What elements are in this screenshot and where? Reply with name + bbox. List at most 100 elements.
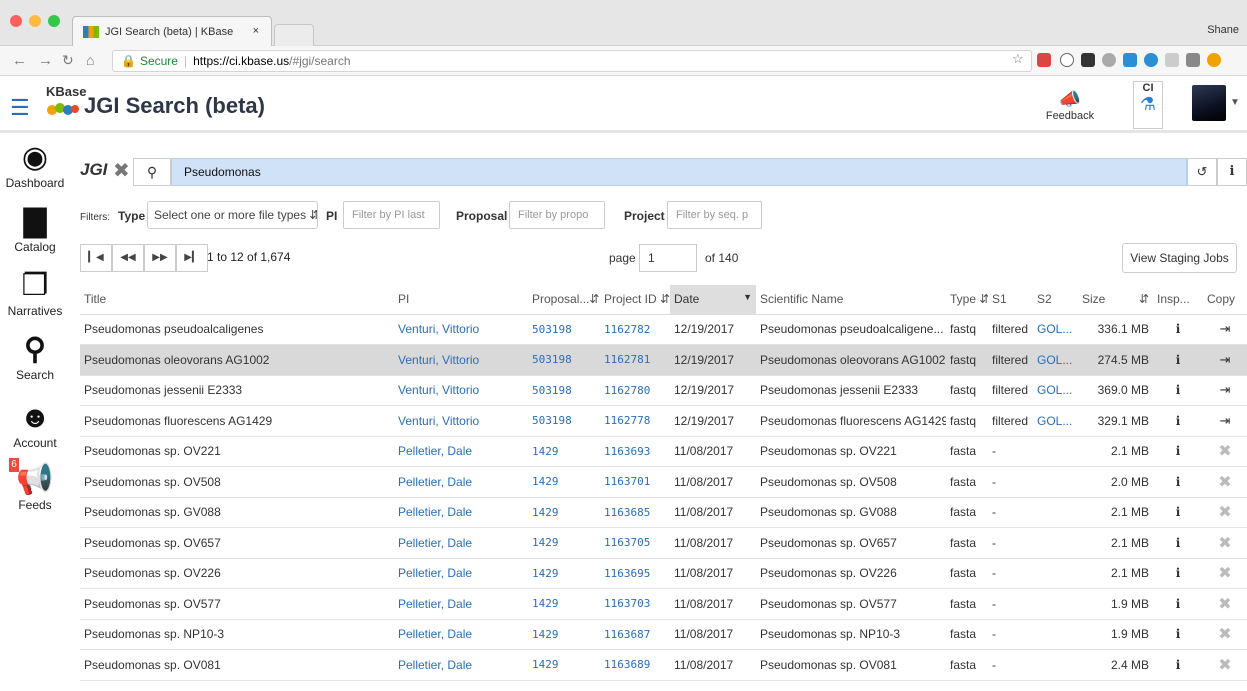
table-row[interactable]: Pseudomonas oleovorans AG1002 Venturi, Vi… — [80, 344, 1247, 376]
inspect-info-icon[interactable]: i — [1153, 466, 1203, 498]
bookmark-star-icon[interactable]: ☆ — [1012, 51, 1024, 67]
cell-pi-link[interactable]: Pelletier, Dale — [394, 466, 528, 498]
copy-disabled-button[interactable]: ✖ — [1203, 466, 1247, 498]
cell-project-link[interactable]: 1163703 — [600, 588, 670, 620]
sidebar-item-search[interactable]: ⚲ Search — [0, 334, 70, 383]
copy-disabled-button[interactable]: ✖ — [1203, 619, 1247, 650]
page-number-input[interactable]: 1 — [639, 244, 697, 272]
cell-proposal-link[interactable]: 1429 — [528, 527, 600, 559]
cell-proposal-link[interactable]: 1429 — [528, 497, 600, 528]
cell-s2-link[interactable]: GOL... — [1033, 344, 1078, 376]
gmail-extension-icon[interactable] — [1037, 53, 1051, 67]
cell-proposal-link[interactable]: 1429 — [528, 436, 600, 467]
extension-icon[interactable] — [1081, 53, 1095, 67]
cell-proposal-link[interactable]: 1429 — [528, 466, 600, 498]
info-button[interactable]: i — [1217, 158, 1247, 186]
cell-s2-link[interactable] — [1033, 649, 1078, 681]
copy-disabled-button[interactable]: ✖ — [1203, 497, 1247, 528]
type-filter-select[interactable]: Select one or more file types ⇵ — [147, 201, 318, 229]
col-s2[interactable]: S2 — [1033, 285, 1078, 315]
inspect-info-icon[interactable]: i — [1153, 405, 1203, 437]
cell-s2-link[interactable] — [1033, 619, 1078, 650]
table-row[interactable]: Pseudomonas fluorescens AG1429 Venturi, V… — [80, 405, 1247, 437]
inspect-info-icon[interactable]: i — [1153, 558, 1203, 589]
cell-pi-link[interactable]: Venturi, Vittorio — [394, 375, 528, 406]
first-page-button[interactable]: ▎◀ — [80, 244, 112, 272]
last-page-button[interactable]: ▶▎ — [176, 244, 208, 272]
browser-user[interactable]: Shane — [1207, 24, 1239, 36]
col-project-id[interactable]: Project ID ⇵ — [600, 285, 670, 315]
copy-disabled-button[interactable]: ✖ — [1203, 436, 1247, 467]
cell-proposal-link[interactable]: 503198 — [528, 344, 600, 376]
copy-disabled-button[interactable]: ✖ — [1203, 558, 1247, 589]
cell-project-link[interactable]: 1162782 — [600, 314, 670, 345]
next-page-button[interactable]: ▶▶ — [144, 244, 176, 272]
project-filter-input[interactable]: Filter by seq. p — [667, 201, 762, 229]
copy-disabled-button[interactable]: ✖ — [1203, 527, 1247, 559]
extension-icon[interactable] — [1165, 53, 1179, 67]
tab-close-icon[interactable]: × — [253, 25, 259, 37]
copy-to-narrative-button[interactable]: ⇥ — [1203, 314, 1247, 345]
sidebar-item-account[interactable]: ☻ Account — [0, 402, 70, 451]
inspect-info-icon[interactable]: i — [1153, 619, 1203, 650]
col-size[interactable]: Size ⇵ — [1078, 285, 1153, 315]
cell-project-link[interactable]: 1163689 — [600, 649, 670, 681]
inspect-info-icon[interactable]: i — [1153, 436, 1203, 467]
cell-s2-link[interactable] — [1033, 466, 1078, 498]
col-inspect[interactable]: Insp... — [1153, 285, 1203, 315]
search-input[interactable]: Pseudomonas — [171, 158, 1187, 186]
info-extension-icon[interactable] — [1060, 53, 1074, 67]
table-row[interactable]: Pseudomonas sp. GV088 Pelletier, Dale 1429… — [80, 497, 1247, 528]
view-staging-jobs-button[interactable]: View Staging Jobs — [1122, 243, 1237, 273]
proposal-filter-input[interactable]: Filter by propo — [509, 201, 605, 229]
cell-proposal-link[interactable]: 503198 — [528, 405, 600, 437]
inspect-info-icon[interactable]: i — [1153, 649, 1203, 681]
inspect-info-icon[interactable]: i — [1153, 344, 1203, 376]
table-row[interactable]: Pseudomonas sp. OV508 Pelletier, Dale 1429… — [80, 466, 1247, 498]
cell-project-link[interactable]: 1162778 — [600, 405, 670, 437]
cell-proposal-link[interactable]: 1429 — [528, 619, 600, 650]
hamburger-menu-icon[interactable]: ☰ — [10, 95, 30, 121]
back-arrow-icon[interactable]: ← — [12, 52, 27, 69]
col-copy[interactable]: Copy — [1203, 285, 1247, 315]
cell-s2-link[interactable]: GOL... — [1033, 314, 1078, 345]
copy-disabled-button[interactable]: ✖ — [1203, 588, 1247, 620]
cell-proposal-link[interactable]: 1429 — [528, 558, 600, 589]
chevron-down-icon[interactable]: ▼ — [1230, 97, 1240, 108]
pi-filter-input[interactable]: Filter by PI last — [343, 201, 440, 229]
cell-project-link[interactable]: 1162781 — [600, 344, 670, 376]
table-row[interactable]: Pseudomonas pseudoalcaligenes Venturi, Vi… — [80, 314, 1247, 345]
cell-pi-link[interactable]: Pelletier, Dale — [394, 527, 528, 559]
maximize-window-icon[interactable] — [48, 15, 60, 27]
inspect-info-icon[interactable]: i — [1153, 497, 1203, 528]
col-scientific-name[interactable]: Scientific Name — [756, 285, 946, 315]
extension-icon[interactable] — [1207, 53, 1221, 67]
close-window-icon[interactable] — [10, 15, 22, 27]
cell-project-link[interactable]: 1163685 — [600, 497, 670, 528]
cell-pi-link[interactable]: Venturi, Vittorio — [394, 405, 528, 437]
extension-icon[interactable] — [1186, 53, 1200, 67]
cell-project-link[interactable]: 1163693 — [600, 436, 670, 467]
copy-disabled-button[interactable]: ✖ — [1203, 649, 1247, 681]
reload-icon[interactable]: ↻ — [62, 52, 74, 69]
cell-pi-link[interactable]: Pelletier, Dale — [394, 497, 528, 528]
cell-s2-link[interactable] — [1033, 588, 1078, 620]
table-row[interactable]: Pseudomonas sp. OV221 Pelletier, Dale 1429… — [80, 436, 1247, 467]
vimeo-extension-icon[interactable] — [1123, 53, 1137, 67]
cell-s2-link[interactable] — [1033, 527, 1078, 559]
cell-s2-link[interactable]: GOL... — [1033, 405, 1078, 437]
col-proposal[interactable]: Proposal...⇵ — [528, 285, 600, 315]
col-date[interactable]: Date ▼ — [670, 285, 756, 315]
cell-project-link[interactable]: 1163701 — [600, 466, 670, 498]
cell-project-link[interactable]: 1163705 — [600, 527, 670, 559]
extension-icon[interactable] — [1102, 53, 1116, 67]
home-icon[interactable]: ⌂ — [86, 52, 94, 68]
cell-project-link[interactable]: 1163695 — [600, 558, 670, 589]
table-row[interactable]: Pseudomonas sp. OV081 Pelletier, Dale 1429… — [80, 649, 1247, 681]
minimize-window-icon[interactable] — [29, 15, 41, 27]
avatar[interactable] — [1192, 85, 1226, 121]
cell-s2-link[interactable] — [1033, 436, 1078, 467]
table-row[interactable]: Pseudomonas sp. NP10-3 Pelletier, Dale 142… — [80, 619, 1247, 650]
sidebar-item-catalog[interactable]: ▇ Catalog — [0, 206, 70, 255]
cell-proposal-link[interactable]: 1429 — [528, 649, 600, 681]
